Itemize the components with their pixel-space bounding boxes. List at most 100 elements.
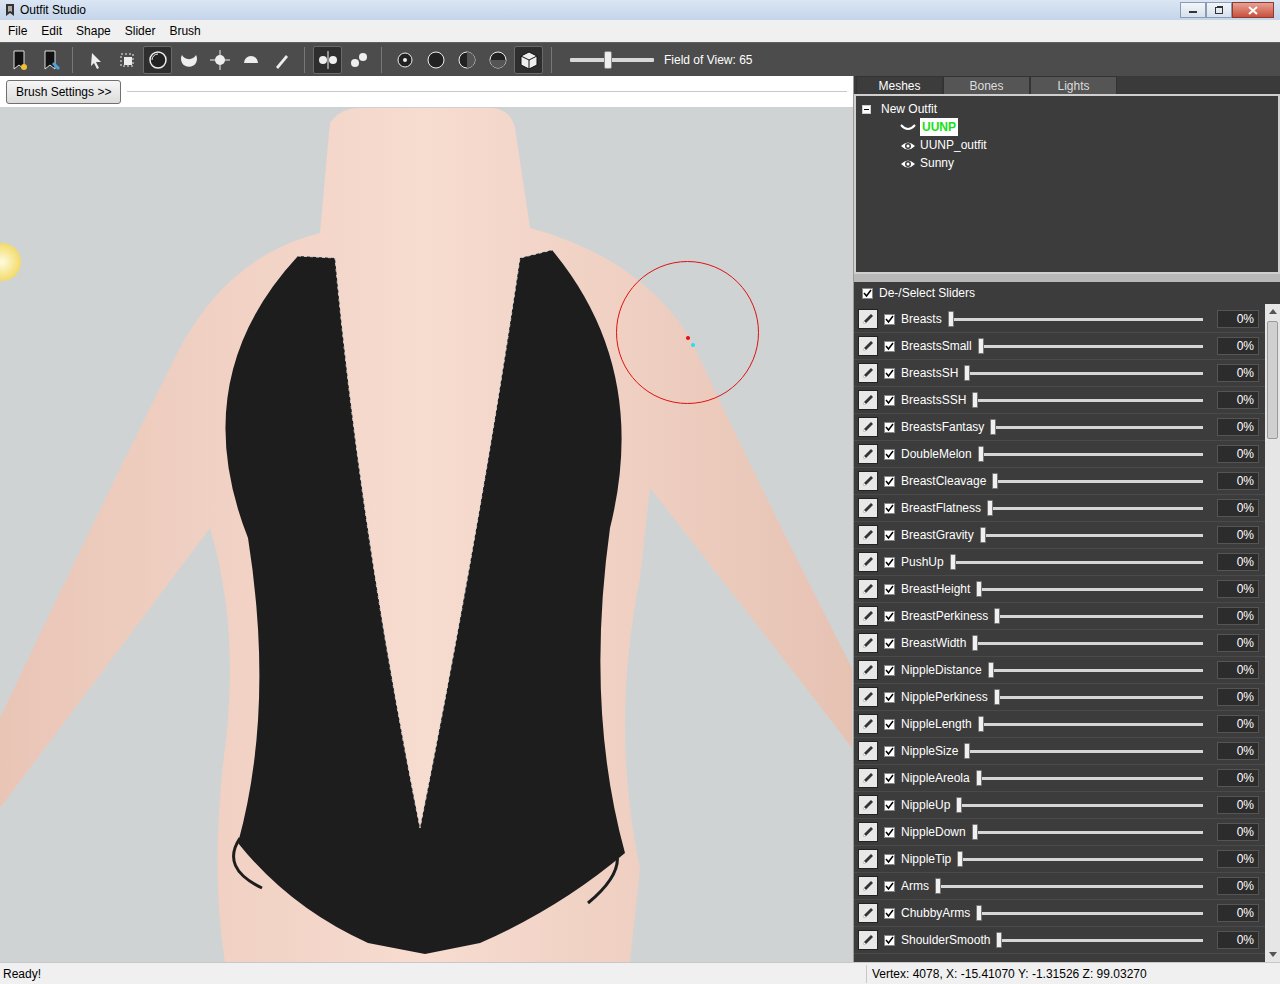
slider-track[interactable] xyxy=(988,669,1203,672)
slider-value[interactable]: 0% xyxy=(1217,904,1259,922)
tool-button[interactable] xyxy=(421,46,450,74)
slider-track[interactable] xyxy=(990,426,1203,429)
slider-track[interactable] xyxy=(956,804,1203,807)
menu-item[interactable]: Edit xyxy=(41,22,62,40)
edit-slider-button[interactable] xyxy=(858,309,878,329)
slider-checkbox[interactable] xyxy=(884,773,895,784)
slider-checkbox[interactable] xyxy=(884,314,895,325)
slider-value[interactable]: 0% xyxy=(1217,391,1259,409)
light-gizmo[interactable] xyxy=(0,243,21,281)
slider-track[interactable] xyxy=(996,939,1203,942)
tool-button[interactable] xyxy=(112,46,141,74)
slider-track[interactable] xyxy=(978,345,1203,348)
slider-thumb[interactable] xyxy=(976,770,982,786)
slider-track[interactable] xyxy=(980,534,1203,537)
slider-checkbox[interactable] xyxy=(884,827,895,838)
slider-track[interactable] xyxy=(992,480,1203,483)
edit-slider-button[interactable] xyxy=(858,714,878,734)
slider-value[interactable]: 0% xyxy=(1217,580,1259,598)
maximize-button[interactable] xyxy=(1206,2,1232,18)
brush-settings-button[interactable]: Brush Settings >> xyxy=(6,80,121,104)
tool-button[interactable] xyxy=(143,46,172,74)
slider-thumb[interactable] xyxy=(992,473,998,489)
slider-checkbox[interactable] xyxy=(884,395,895,406)
slider-value[interactable]: 0% xyxy=(1217,742,1259,760)
slider-track[interactable] xyxy=(987,507,1203,510)
menu-item[interactable]: Slider xyxy=(125,22,156,40)
tool-button[interactable] xyxy=(81,46,110,74)
slider-checkbox[interactable] xyxy=(884,368,895,379)
tool-button[interactable] xyxy=(344,46,373,74)
slider-thumb[interactable] xyxy=(972,392,978,408)
close-button[interactable] xyxy=(1232,2,1274,18)
tool-button[interactable] xyxy=(35,46,64,74)
slider-thumb[interactable] xyxy=(948,311,954,327)
slider-thumb[interactable] xyxy=(990,419,996,435)
slider-track[interactable] xyxy=(972,642,1203,645)
slider-value[interactable]: 0% xyxy=(1217,823,1259,841)
slider-track[interactable] xyxy=(976,912,1203,915)
slider-thumb[interactable] xyxy=(964,365,970,381)
slider-thumb[interactable] xyxy=(972,635,978,651)
slider-thumb[interactable] xyxy=(978,716,984,732)
slider-track[interactable] xyxy=(948,318,1203,321)
edit-slider-button[interactable] xyxy=(858,417,878,437)
tree-root[interactable]: New Outfit xyxy=(862,100,1272,118)
slider-value[interactable]: 0% xyxy=(1217,634,1259,652)
slider-value[interactable]: 0% xyxy=(1217,850,1259,868)
edit-slider-button[interactable] xyxy=(858,606,878,626)
panel-tab[interactable]: Bones xyxy=(943,76,1030,94)
slider-value[interactable]: 0% xyxy=(1217,607,1259,625)
slider-checkbox[interactable] xyxy=(884,854,895,865)
slider-track[interactable] xyxy=(978,453,1203,456)
panel-tab[interactable]: Lights xyxy=(1030,76,1117,94)
tool-button[interactable] xyxy=(514,46,543,74)
slider-thumb[interactable] xyxy=(994,689,1000,705)
slider-thumb[interactable] xyxy=(978,446,984,462)
mesh-item[interactable]: Sunny xyxy=(862,154,1272,172)
slider-checkbox[interactable] xyxy=(884,665,895,676)
slider-value[interactable]: 0% xyxy=(1217,661,1259,679)
slider-value[interactable]: 0% xyxy=(1217,796,1259,814)
slider-value[interactable]: 0% xyxy=(1217,337,1259,355)
edit-slider-button[interactable] xyxy=(858,849,878,869)
slider-value[interactable]: 0% xyxy=(1217,472,1259,490)
slider-checkbox[interactable] xyxy=(884,746,895,757)
slider-value[interactable]: 0% xyxy=(1217,715,1259,733)
edit-slider-button[interactable] xyxy=(858,876,878,896)
slider-thumb[interactable] xyxy=(987,500,993,516)
tool-button[interactable] xyxy=(4,46,33,74)
edit-slider-button[interactable] xyxy=(858,579,878,599)
slider-thumb[interactable] xyxy=(978,338,984,354)
slider-checkbox[interactable] xyxy=(884,557,895,568)
tool-button[interactable] xyxy=(236,46,265,74)
slider-value[interactable]: 0% xyxy=(1217,445,1259,463)
tool-button[interactable] xyxy=(452,46,481,74)
edit-slider-button[interactable] xyxy=(858,498,878,518)
edit-slider-button[interactable] xyxy=(858,444,878,464)
edit-slider-button[interactable] xyxy=(858,768,878,788)
slider-track[interactable] xyxy=(957,858,1203,861)
edit-slider-button[interactable] xyxy=(858,687,878,707)
edit-slider-button[interactable] xyxy=(858,390,878,410)
edit-slider-button[interactable] xyxy=(858,552,878,572)
slider-thumb[interactable] xyxy=(976,581,982,597)
slider-track[interactable] xyxy=(994,615,1203,618)
slider-track[interactable] xyxy=(994,696,1203,699)
slider-checkbox[interactable] xyxy=(884,584,895,595)
slider-track[interactable] xyxy=(964,750,1203,753)
edit-slider-button[interactable] xyxy=(858,930,878,950)
slider-value[interactable]: 0% xyxy=(1217,931,1259,949)
mesh-item[interactable]: UUNP xyxy=(862,118,1272,136)
slider-checkbox[interactable] xyxy=(884,476,895,487)
slider-checkbox[interactable] xyxy=(884,341,895,352)
fov-slider[interactable] xyxy=(570,58,654,62)
slider-checkbox[interactable] xyxy=(884,935,895,946)
slider-checkbox[interactable] xyxy=(884,881,895,892)
slider-track[interactable] xyxy=(978,723,1203,726)
eye-icon[interactable] xyxy=(900,139,916,152)
slider-track[interactable] xyxy=(976,777,1203,780)
slider-track[interactable] xyxy=(972,831,1203,834)
slider-checkbox[interactable] xyxy=(884,611,895,622)
scroll-down-button[interactable] xyxy=(1265,947,1280,962)
